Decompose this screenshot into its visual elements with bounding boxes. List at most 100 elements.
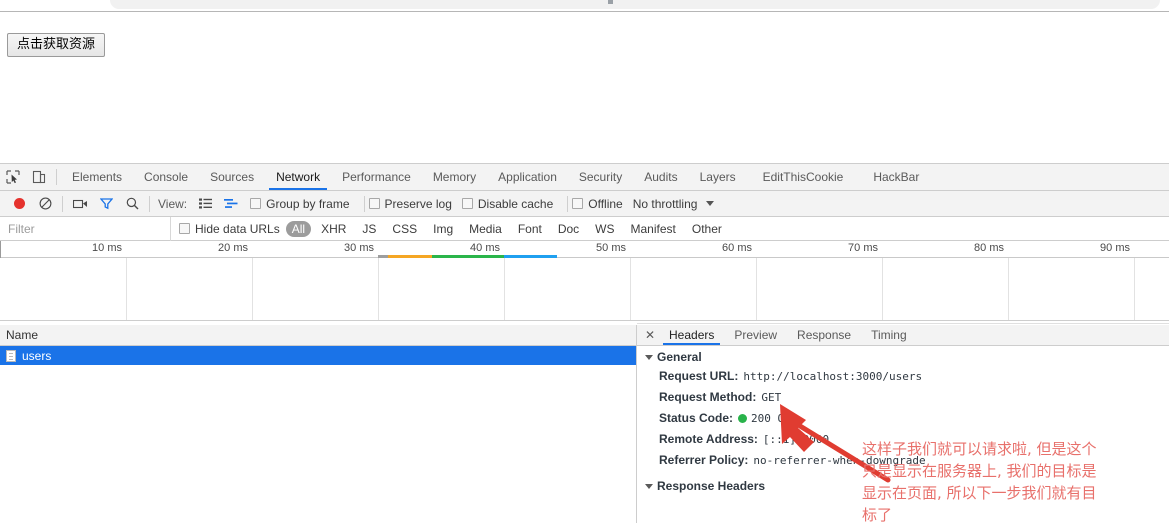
filter-input[interactable] <box>0 217 170 240</box>
toolbar-divider-3 <box>149 195 150 212</box>
filter-type-doc[interactable]: Doc <box>552 221 585 237</box>
section-response-headers[interactable]: Response Headers <box>637 471 1169 495</box>
detail-value: http://localhost:3000/users <box>743 370 923 383</box>
request-list-header: Name <box>0 325 636 346</box>
detail-key: Referrer Policy: <box>659 453 749 467</box>
details-tabbar: ✕ Headers Preview Response Timing <box>637 325 1169 346</box>
tab-audits[interactable]: Audits <box>633 164 688 190</box>
list-view-icon[interactable] <box>192 191 218 217</box>
tick-70ms: 70 ms <box>848 242 878 254</box>
filter-type-js[interactable]: JS <box>356 221 382 237</box>
tick-30ms: 30 ms <box>344 242 374 254</box>
gridline <box>504 258 505 320</box>
ruler-left-edge <box>0 241 1 258</box>
tab-performance[interactable]: Performance <box>331 164 422 190</box>
tab-response[interactable]: Response <box>787 325 861 345</box>
tick-90ms: 90 ms <box>1100 242 1130 254</box>
tab-layers[interactable]: Layers <box>689 164 747 190</box>
request-name: users <box>22 348 52 363</box>
filter-type-all[interactable]: All <box>285 220 312 237</box>
waterfall-view-icon[interactable] <box>218 191 244 217</box>
detail-value: GET <box>761 391 782 404</box>
toolbar-divider-5 <box>567 195 569 212</box>
clear-icon[interactable] <box>32 191 58 217</box>
section-general-label: General <box>657 350 702 364</box>
filter-bar: Hide data URLs All XHR JS CSS Img Media … <box>0 216 1169 241</box>
tab-security[interactable]: Security <box>568 164 633 190</box>
tab-sources[interactable]: Sources <box>199 164 265 190</box>
table-row[interactable]: users <box>0 346 636 365</box>
tab-network[interactable]: Network <box>265 164 331 190</box>
checkbox-box <box>461 198 473 209</box>
tab-memory[interactable]: Memory <box>422 164 487 190</box>
filter-type-media[interactable]: Media <box>463 221 508 237</box>
overview-band-stalled <box>388 255 432 258</box>
gridline <box>756 258 757 320</box>
group-by-frame-label: Group by frame <box>266 196 350 211</box>
throttling-select[interactable]: No throttling <box>633 197 715 211</box>
request-details-panel: ✕ Headers Preview Response Timing Genera… <box>637 325 1169 523</box>
tab-elements[interactable]: Elements <box>61 164 133 190</box>
filter-icon[interactable] <box>93 191 119 217</box>
detail-key: Request Method: <box>659 390 757 404</box>
gridline <box>1008 258 1009 320</box>
filter-type-img[interactable]: Img <box>427 221 459 237</box>
tab-hackbar[interactable]: HackBar <box>859 164 933 190</box>
gridline <box>1134 258 1135 320</box>
network-split: Name users ✕ Headers Preview Response Ti… <box>0 325 1169 523</box>
toolbar-divider <box>56 169 57 185</box>
tab-editthiscookie[interactable]: EditThisCookie <box>747 164 860 190</box>
search-icon[interactable] <box>119 191 145 217</box>
close-icon[interactable]: ✕ <box>641 325 659 345</box>
camera-icon[interactable] <box>67 191 93 217</box>
filter-type-ws[interactable]: WS <box>589 221 620 237</box>
filter-type-other[interactable]: Other <box>686 221 728 237</box>
view-label: View: <box>158 196 188 211</box>
gridline <box>882 258 883 320</box>
devtools-panel: Elements Console Sources Network Perform… <box>0 163 1169 523</box>
browser-tab-notch <box>608 0 613 4</box>
hide-data-urls-checkbox[interactable]: Hide data URLs <box>179 222 280 236</box>
detail-key: Remote Address: <box>659 432 758 446</box>
network-toolbar: View: Group by frame Preserve log Disabl… <box>0 191 1169 217</box>
request-list-panel: Name users <box>0 325 636 523</box>
group-by-frame-checkbox[interactable]: Group by frame <box>250 196 350 211</box>
tick-20ms: 20 ms <box>218 242 248 254</box>
checkbox-box <box>179 223 190 234</box>
timeline-ruler: 10 ms 20 ms 30 ms 40 ms 50 ms 60 ms 70 m… <box>0 241 1169 258</box>
preserve-log-checkbox[interactable]: Preserve log <box>368 196 452 211</box>
tick-80ms: 80 ms <box>974 242 1004 254</box>
network-overview[interactable]: 10 ms 20 ms 30 ms 40 ms 50 ms 60 ms 70 m… <box>0 241 1169 321</box>
tab-console[interactable]: Console <box>133 164 199 190</box>
filter-type-font[interactable]: Font <box>512 221 548 237</box>
devtools-tabbar: Elements Console Sources Network Perform… <box>0 164 1169 191</box>
detail-value: 200 OK <box>738 410 791 427</box>
chevron-down-icon <box>706 201 715 206</box>
tick-10ms: 10 ms <box>92 242 122 254</box>
gridline <box>126 258 127 320</box>
preserve-log-label: Preserve log <box>384 196 452 211</box>
device-toolbar-icon[interactable] <box>26 164 52 190</box>
section-response-headers-label: Response Headers <box>657 479 766 493</box>
gridline <box>630 258 631 320</box>
record-button[interactable] <box>6 191 32 217</box>
checkbox-box <box>250 198 262 209</box>
tick-60ms: 60 ms <box>722 242 752 254</box>
filter-type-xhr[interactable]: XHR <box>315 221 352 237</box>
browser-tab-remnant <box>110 0 1160 9</box>
status-ok-icon <box>738 414 748 423</box>
offline-checkbox[interactable]: Offline <box>572 197 623 211</box>
toolbar-divider-4 <box>363 195 365 212</box>
fetch-resource-button[interactable]: 点击获取资源 <box>7 33 106 57</box>
disable-cache-checkbox[interactable]: Disable cache <box>461 197 553 211</box>
details-separator <box>637 323 1169 324</box>
tab-headers[interactable]: Headers <box>659 325 724 345</box>
tab-timing[interactable]: Timing <box>861 325 917 345</box>
screen-root: 点击获取资源 Elements Console Sources Network … <box>0 0 1169 523</box>
inspect-cursor-icon[interactable] <box>0 164 26 190</box>
tab-application[interactable]: Application <box>487 164 568 190</box>
section-general[interactable]: General <box>637 346 1169 366</box>
filter-type-manifest[interactable]: Manifest <box>625 221 682 237</box>
tab-preview[interactable]: Preview <box>724 325 787 345</box>
filter-type-css[interactable]: CSS <box>386 221 423 237</box>
